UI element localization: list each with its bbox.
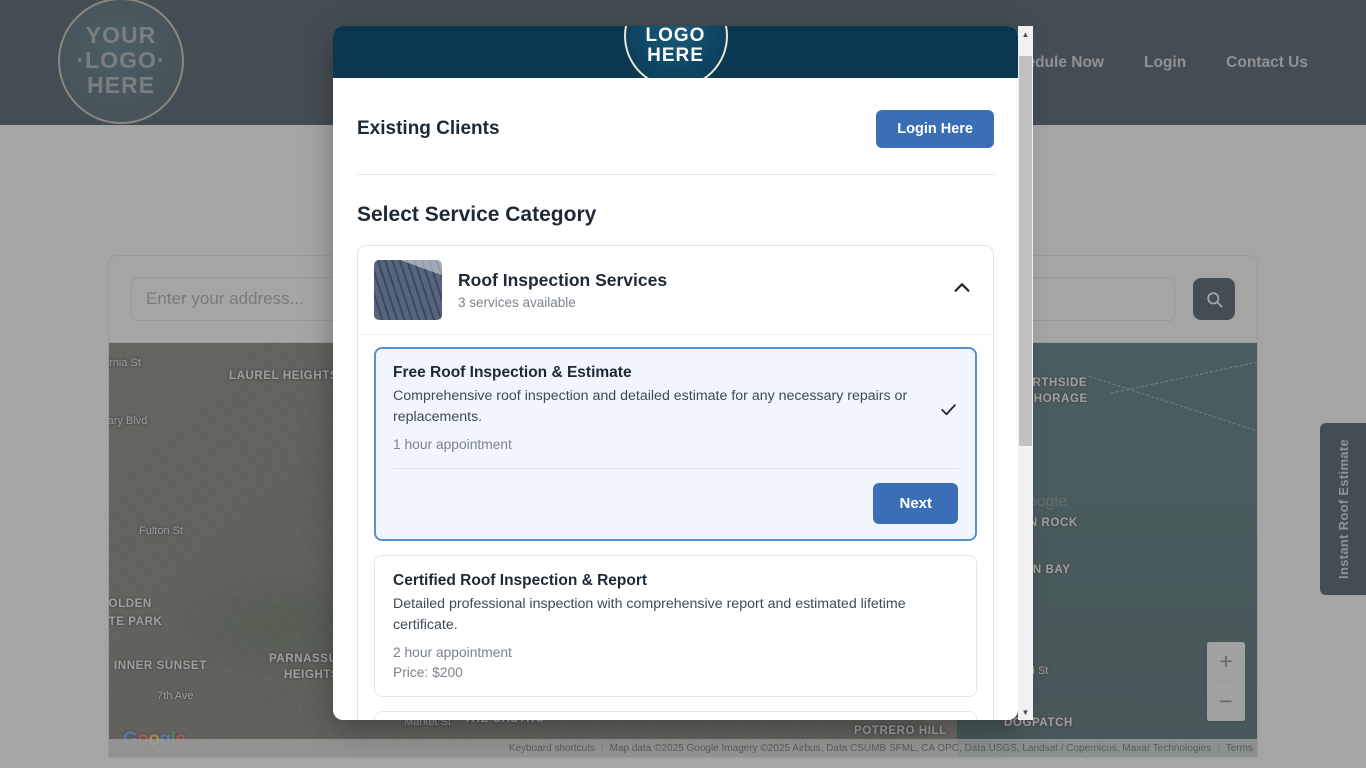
existing-clients-row: Existing Clients Login Here [357, 78, 994, 175]
service-category-name: Roof Inspection Services [458, 270, 668, 290]
service-category-text: Roof Inspection Services 3 services avai… [458, 270, 935, 310]
modal-logo-line-2: LOGO [645, 26, 706, 47]
modal-body: Existing Clients Login Here Select Servi… [333, 78, 1018, 720]
roof-shingles-thumbnail-image [374, 260, 442, 320]
service-card-actions: Next [393, 469, 958, 525]
service-category-card: Roof Inspection Services 3 services avai… [357, 245, 994, 720]
modal-scrollbar[interactable]: ▲ ▼ [1018, 26, 1033, 720]
service-card-main: Certified Roof Inspection & Report Detai… [393, 572, 958, 680]
service-name: Free Roof Inspection & Estimate [393, 364, 632, 381]
service-duration: 1 hour appointment [393, 437, 512, 453]
modal-header: YOUR LOGO HERE [333, 26, 1018, 78]
existing-clients-title: Existing Clients [357, 118, 500, 139]
service-description: Comprehensive roof inspection and detail… [393, 388, 908, 425]
service-card-certified-roof-inspection[interactable]: Certified Roof Inspection & Report Detai… [374, 555, 977, 698]
modal-logo: YOUR LOGO HERE [623, 26, 728, 78]
service-category-header[interactable]: Roof Inspection Services 3 services avai… [358, 246, 993, 335]
service-card-main: Free Roof Inspection & Estimate Comprehe… [393, 364, 929, 452]
next-button[interactable]: Next [873, 483, 958, 525]
modal-logo-line-3: HERE [647, 44, 704, 66]
service-description: Detailed professional inspection with co… [393, 596, 906, 633]
service-duration: 2 hour appointment [393, 645, 512, 661]
chevron-up-icon[interactable] [951, 277, 973, 304]
scrollbar-up-arrow[interactable]: ▲ [1018, 26, 1033, 42]
service-card-free-roof-inspection[interactable]: Free Roof Inspection & Estimate Comprehe… [374, 347, 977, 542]
service-list: Free Roof Inspection & Estimate Comprehe… [358, 335, 993, 720]
service-price: Price: $200 [393, 665, 463, 681]
scrollbar-thumb[interactable] [1019, 56, 1032, 446]
service-card-partial[interactable] [374, 711, 977, 720]
login-here-button[interactable]: Login Here [876, 110, 994, 148]
booking-modal: YOUR LOGO HERE Existing Clients Login He… [333, 26, 1018, 720]
check-icon [939, 400, 958, 424]
scrollbar-down-arrow[interactable]: ▼ [1018, 704, 1033, 720]
select-service-category-title: Select Service Category [357, 203, 597, 226]
service-card-top: Free Roof Inspection & Estimate Comprehe… [393, 364, 958, 452]
service-category-count: 3 services available [458, 295, 576, 310]
service-name: Certified Roof Inspection & Report [393, 572, 648, 590]
modal-scroll-area: Existing Clients Login Here Select Servi… [333, 78, 1018, 720]
